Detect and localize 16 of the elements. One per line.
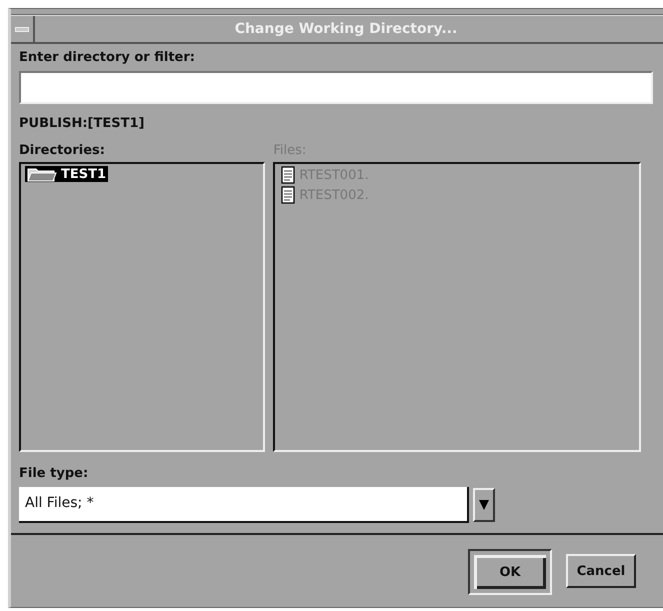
- directories-label: Directories:: [19, 143, 105, 158]
- directories-list[interactable]: TEST1: [19, 162, 266, 452]
- caret-icon: [479, 499, 489, 511]
- dropdown-button[interactable]: [473, 488, 495, 522]
- document-icon: [281, 186, 296, 204]
- document-icon: [281, 166, 296, 184]
- filter-label: Enter directory or filter:: [19, 50, 195, 65]
- file-type-field[interactable]: All Files; *: [19, 487, 469, 523]
- dialog-button[interactable]: Cancel: [566, 554, 636, 588]
- current-path: PUBLISH:[TEST1]: [19, 116, 144, 131]
- file-type-label: File type:: [19, 466, 88, 481]
- window-title: Change Working Directory...: [234, 21, 458, 37]
- directory-item[interactable]: TEST1: [25, 166, 108, 182]
- filter-input-field[interactable]: [19, 71, 653, 104]
- dialog-button[interactable]: OK: [468, 549, 552, 595]
- folder-icon: [27, 166, 57, 182]
